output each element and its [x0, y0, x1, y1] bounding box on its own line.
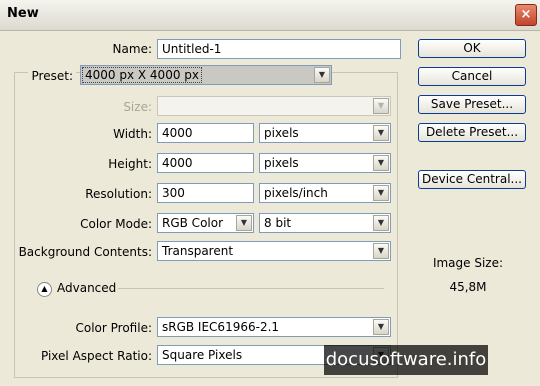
advanced-toggle-label[interactable]: Advanced [57, 281, 116, 295]
watermark: docusoftware.info [324, 345, 488, 375]
image-size-value: 45,8M [449, 280, 487, 294]
pixel-aspect-ratio-label: Pixel Aspect Ratio: [41, 349, 152, 363]
cancel-button[interactable]: Cancel [418, 67, 526, 86]
width-unit-select[interactable]: pixels ▼ [259, 123, 391, 143]
dialog-title: New [7, 6, 39, 21]
color-profile-select[interactable]: sRGB IEC61966-2.1 ▼ [157, 317, 391, 337]
device-central-button[interactable]: Device Central... [418, 170, 526, 189]
bit-depth-value: 8 bit [264, 216, 292, 230]
chevron-up-icon[interactable]: ▲ [37, 282, 52, 297]
close-button[interactable]: × [515, 4, 537, 26]
close-icon: × [520, 7, 532, 22]
resolution-label: Resolution: [85, 187, 152, 201]
chevron-down-icon[interactable]: ▼ [373, 155, 389, 171]
chevron-down-icon[interactable]: ▼ [314, 67, 330, 83]
color-profile-value: sRGB IEC61966-2.1 [162, 320, 280, 334]
color-mode-label: Color Mode: [80, 217, 152, 231]
size-label: Size: [123, 100, 152, 114]
title-bar: New × [0, 0, 540, 31]
resolution-unit-select[interactable]: pixels/inch ▼ [259, 183, 391, 203]
preset-label: Preset: [27, 69, 76, 83]
height-label: Height: [108, 157, 152, 171]
color-mode-select[interactable]: RGB Color ▼ [157, 213, 254, 233]
bit-depth-select[interactable]: 8 bit ▼ [259, 213, 391, 233]
width-input[interactable]: 4000 [157, 123, 254, 143]
background-contents-label: Background Contents: [18, 245, 152, 259]
chevron-down-icon[interactable]: ▼ [373, 215, 389, 231]
resolution-unit-value: pixels/inch [264, 186, 328, 200]
color-profile-label: Color Profile: [75, 321, 153, 335]
chevron-down-icon[interactable]: ▼ [236, 215, 252, 231]
height-unit-select[interactable]: pixels ▼ [259, 153, 391, 173]
advanced-divider [118, 288, 384, 289]
chevron-down-icon[interactable]: ▼ [373, 243, 389, 259]
color-mode-value: RGB Color [162, 216, 224, 230]
size-select: ▼ [157, 96, 391, 116]
width-label: Width: [113, 127, 152, 141]
delete-preset-button[interactable]: Delete Preset... [418, 123, 526, 142]
image-size-label: Image Size: [432, 256, 504, 270]
height-unit-value: pixels [264, 156, 299, 170]
pixel-aspect-ratio-value: Square Pixels [162, 348, 243, 362]
name-label: Name: [112, 42, 152, 56]
chevron-down-icon[interactable]: ▼ [373, 125, 389, 141]
preset-value: 4000 px X 4000 px [82, 67, 202, 83]
save-preset-button[interactable]: Save Preset... [418, 95, 526, 114]
chevron-down-icon: ▼ [373, 98, 389, 114]
preset-select[interactable]: 4000 px X 4000 px ▼ [80, 65, 332, 85]
resolution-input[interactable]: 300 [157, 183, 254, 203]
width-unit-value: pixels [264, 126, 299, 140]
chevron-down-icon[interactable]: ▼ [373, 185, 389, 201]
background-contents-select[interactable]: Transparent ▼ [157, 241, 391, 261]
new-document-dialog: New × Name: Untitled-1 Preset: 4000 px X… [0, 0, 540, 386]
chevron-down-icon[interactable]: ▼ [373, 319, 389, 335]
height-input[interactable]: 4000 [157, 153, 254, 173]
ok-button[interactable]: OK [418, 39, 526, 58]
name-input[interactable]: Untitled-1 [157, 39, 401, 59]
background-contents-value: Transparent [162, 244, 234, 258]
